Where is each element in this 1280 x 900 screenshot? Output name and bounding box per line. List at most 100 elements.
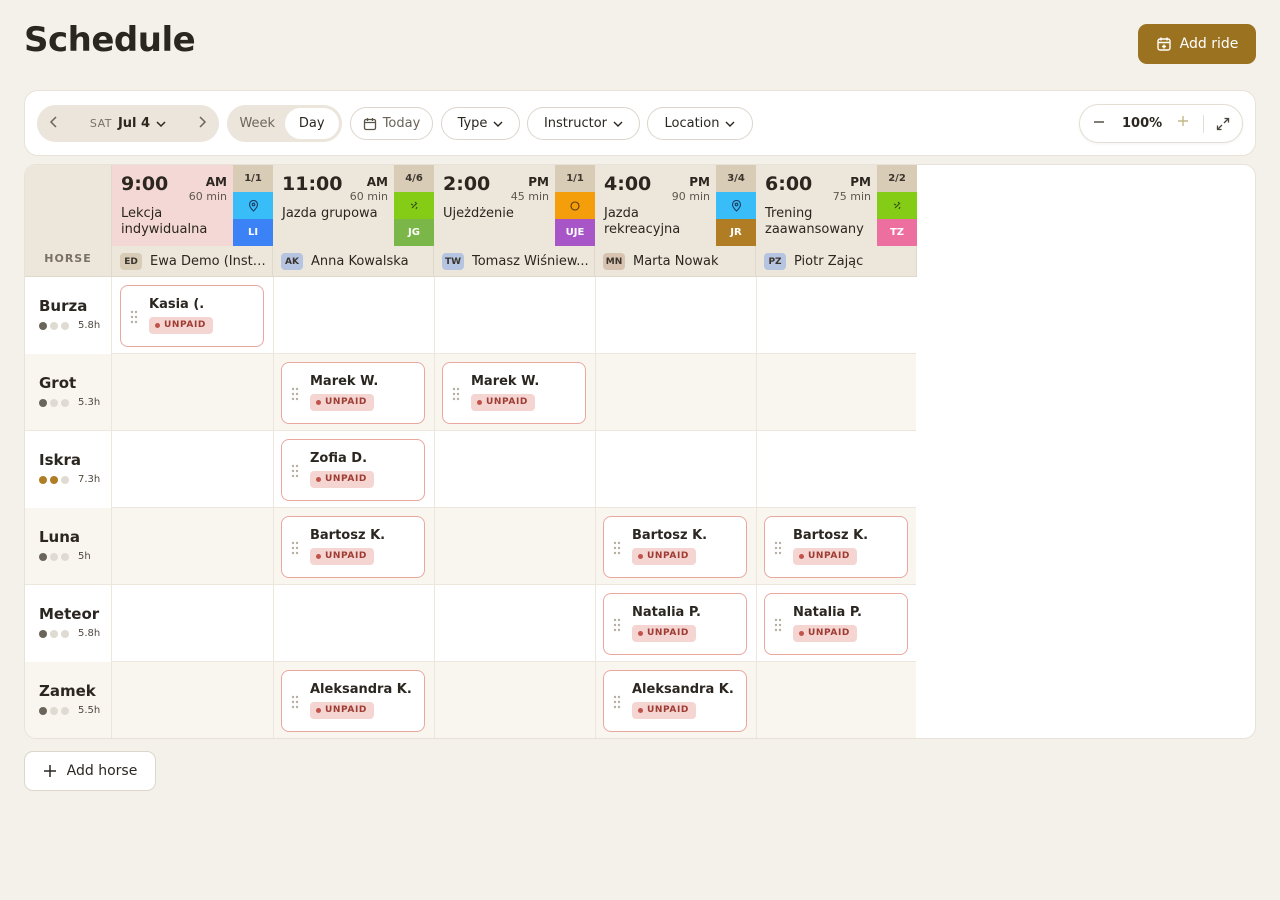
lesson-info: 2:00 PM 45 min Ujeżdżenie — [434, 165, 555, 246]
zoom-divider — [1203, 115, 1204, 133]
lesson-code: TZ — [877, 219, 917, 246]
horse-cell[interactable]: Burza 5.8h — [25, 277, 112, 354]
payment-status-badge: UNPAID — [632, 625, 696, 642]
lesson-info: 9:00 AM 60 min Lekcja indywidualna — [112, 165, 233, 246]
zoom-out-icon[interactable] — [1092, 114, 1106, 133]
lesson-info: 6:00 PM 75 min Trening zaawansowany — [756, 165, 877, 246]
chevron-right-icon[interactable] — [197, 115, 207, 132]
drag-handle-icon[interactable] — [774, 540, 782, 559]
lesson-duration: 60 min — [188, 190, 227, 203]
payment-status-badge: UNPAID — [149, 317, 213, 334]
column-divider — [273, 585, 274, 662]
column-divider — [756, 354, 757, 431]
horse-cell[interactable]: Iskra 7.3h — [25, 431, 112, 508]
horse-row: Zamek 5.5h Aleksandra K. UNPAID Aleksandra K… — [25, 662, 916, 738]
lesson-instructor: MN Marta Nowak — [595, 246, 756, 277]
horse-cell[interactable]: Meteor 5.8h — [25, 585, 112, 662]
plus-icon — [43, 765, 56, 777]
today-button[interactable]: Today — [350, 107, 433, 140]
drag-handle-icon[interactable] — [291, 463, 299, 482]
booking-card[interactable]: Zofia D. UNPAID — [281, 439, 425, 501]
booking-card[interactable]: Natalia P. UNPAID — [603, 593, 747, 655]
column-divider — [756, 277, 757, 354]
lesson-capacity: 3/4 — [716, 165, 756, 192]
payment-status-badge: UNPAID — [310, 471, 374, 488]
column-divider — [434, 508, 435, 585]
drag-handle-icon[interactable] — [774, 617, 782, 636]
column-divider — [273, 354, 274, 431]
booking-card[interactable]: Kasia (. UNPAID — [120, 285, 264, 347]
sparkle-icon — [394, 192, 434, 219]
payment-status-badge: UNPAID — [793, 548, 857, 565]
add-horse-button[interactable]: Add horse — [24, 751, 156, 791]
horse-cell[interactable]: Luna 5h — [25, 508, 112, 585]
column-divider — [595, 277, 596, 354]
drag-handle-icon[interactable] — [291, 694, 299, 713]
horse-meta: 5.5h — [39, 705, 111, 716]
lesson-header[interactable]: 6:00 PM 75 min Trening zaawansowany 2/2 TZ PZ P… — [756, 165, 917, 277]
drag-handle-icon[interactable] — [613, 540, 621, 559]
page-title: Schedule — [24, 20, 196, 60]
lesson-capacity: 2/2 — [877, 165, 917, 192]
booking-card[interactable]: Natalia P. UNPAID — [764, 593, 908, 655]
booking-card[interactable]: Marek W. UNPAID — [442, 362, 586, 424]
location-filter[interactable]: Location — [647, 107, 753, 140]
drag-handle-icon[interactable] — [291, 540, 299, 559]
horse-cell[interactable]: Zamek 5.5h — [25, 662, 112, 738]
column-divider — [434, 585, 435, 662]
calendar-icon — [363, 117, 376, 130]
booking-card[interactable]: Bartosz K. UNPAID — [281, 516, 425, 578]
lesson-header[interactable]: 11:00 AM 60 min Jazda grupowa 4/6 JG AK Anna Ko… — [273, 165, 434, 277]
rider-name: Marek W. — [471, 374, 540, 389]
drag-handle-icon[interactable] — [130, 309, 138, 328]
column-divider — [434, 277, 435, 354]
lesson-header[interactable]: 9:00 AM 60 min Lekcja indywidualna 1/1 LI ED Ew… — [112, 165, 273, 277]
column-divider — [434, 431, 435, 508]
date-picker[interactable]: SAT Jul 4 — [90, 116, 166, 131]
lesson-header[interactable]: 4:00 PM 90 min Jazda rekreacyjna 3/4 JR MN Mart… — [595, 165, 756, 277]
rider-name: Marek W. — [310, 374, 379, 389]
instructor-filter[interactable]: Instructor — [527, 107, 640, 140]
drag-handle-icon[interactable] — [613, 694, 621, 713]
lesson-ampm: AM — [366, 175, 388, 189]
chevron-down-icon — [613, 121, 623, 127]
add-ride-button[interactable]: Add ride — [1138, 24, 1256, 64]
lesson-capacity: 1/1 — [233, 165, 273, 192]
lesson-side-panel: 1/1 LI — [233, 165, 273, 246]
booking-card[interactable]: Aleksandra K. UNPAID — [281, 670, 425, 732]
lesson-name: Ujeżdżenie — [443, 206, 514, 221]
level-dot — [50, 321, 58, 330]
horse-hours: 5.5h — [78, 705, 101, 716]
drag-handle-icon[interactable] — [452, 386, 460, 405]
horse-name: Meteor — [39, 605, 100, 623]
payment-status-badge: UNPAID — [310, 702, 374, 719]
schedule-grid: HORSE 9:00 AM 60 min Lekcja indywidualna 1/1… — [24, 164, 1256, 739]
drag-handle-icon[interactable] — [291, 386, 299, 405]
lesson-duration: 45 min — [510, 190, 549, 203]
view-day-button[interactable]: Day — [284, 108, 339, 139]
chevron-left-icon[interactable] — [49, 115, 59, 132]
booking-card[interactable]: Bartosz K. UNPAID — [603, 516, 747, 578]
view-week-button[interactable]: Week — [230, 108, 285, 139]
rider-name: Aleksandra K. — [632, 682, 734, 697]
lesson-header[interactable]: 2:00 PM 45 min Ujeżdżenie 1/1 UJE TW Tomasz Wiś… — [434, 165, 595, 277]
level-dot — [61, 398, 69, 407]
current-date: Jul 4 — [117, 116, 151, 131]
horse-name: Grot — [39, 374, 77, 392]
booking-card[interactable]: Aleksandra K. UNPAID — [603, 670, 747, 732]
booking-card[interactable]: Marek W. UNPAID — [281, 362, 425, 424]
type-filter[interactable]: Type — [441, 107, 520, 140]
payment-status-badge: UNPAID — [793, 625, 857, 642]
column-divider — [273, 277, 274, 354]
column-divider — [756, 585, 757, 662]
column-divider — [756, 431, 757, 508]
calendar-plus-icon — [1156, 37, 1171, 51]
drag-handle-icon[interactable] — [613, 617, 621, 636]
fullscreen-icon[interactable] — [1216, 116, 1230, 135]
horse-meta: 5.8h — [39, 320, 111, 331]
lesson-side-panel: 1/1 UJE — [555, 165, 595, 246]
booking-card[interactable]: Bartosz K. UNPAID — [764, 516, 908, 578]
instructor-name: Piotr Zając — [794, 254, 864, 269]
zoom-in-icon[interactable] — [1176, 113, 1190, 133]
horse-cell[interactable]: Grot 5.3h — [25, 354, 112, 431]
